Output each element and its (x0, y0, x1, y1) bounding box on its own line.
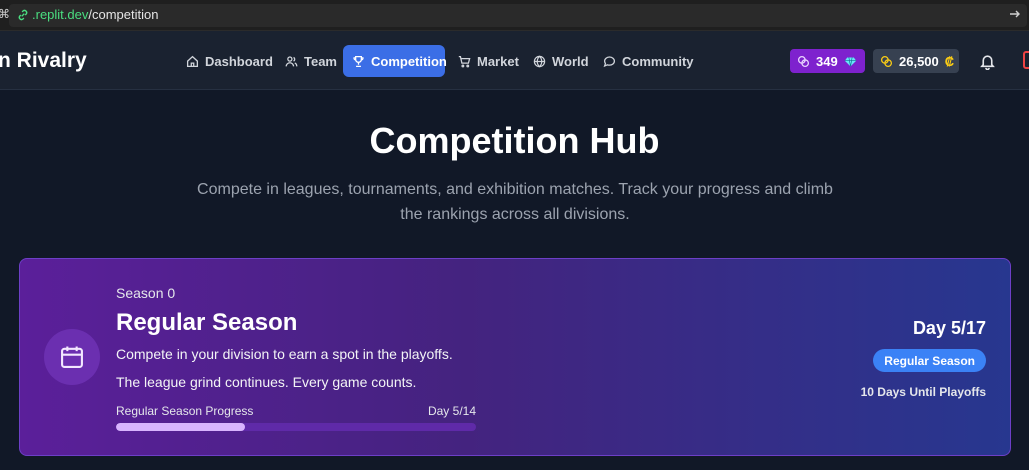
url-field[interactable] (9, 4, 1027, 27)
globe-icon (533, 55, 546, 67)
page-title: Competition Hub (369, 120, 660, 161)
chat-icon (603, 55, 616, 67)
nav-item-team[interactable]: Team (276, 45, 346, 77)
nav-item-label: Competition (371, 53, 447, 69)
url-text[interactable]: .replit.dev/competition (32, 7, 158, 23)
season-description: Compete in your division to earn a spot … (116, 346, 453, 362)
coins-icon (880, 55, 893, 67)
progress-day: Day 5/14 (427, 404, 476, 418)
brand-title[interactable]: n Rivalry (0, 49, 87, 73)
season-icon-badge (44, 329, 100, 385)
users-icon (285, 55, 298, 66)
tab-edge-icon: ⌘ (0, 7, 10, 21)
browser-address-bar: ⌘ .replit.dev/competition (0, 0, 1029, 31)
nav-item-label: Dashboard (205, 53, 273, 69)
season-title: Regular Season (116, 309, 298, 336)
nav-item-competition[interactable]: Competition (343, 45, 447, 77)
logout-button[interactable] (1023, 51, 1029, 69)
cart-icon (458, 55, 471, 67)
home-icon (186, 55, 199, 67)
nav-item-dashboard[interactable]: Dashboard (177, 45, 282, 77)
nav-item-label: Community (622, 53, 694, 69)
nav-item-label: World (552, 53, 589, 69)
arrow-right-icon[interactable] (1009, 8, 1021, 20)
season-progress-fill (116, 423, 245, 431)
nav-item-world[interactable]: World (524, 45, 598, 77)
trophy-icon (353, 55, 364, 67)
nav-item-label: Team (304, 53, 337, 69)
credits-symbol: ₡ (944, 53, 955, 69)
season-label: Season 0 (116, 285, 176, 301)
phase-badge: Regular Season (873, 349, 986, 372)
season-status-card: Season 0 Regular Season Compete in your … (19, 258, 1011, 456)
top-navbar: n Rivalry Dashboard Team Competition Mar… (0, 31, 1029, 90)
nav-item-label: Market (477, 53, 519, 69)
coins-icon (797, 55, 810, 67)
progress-label: Regular Season Progress (116, 404, 254, 418)
days-until-playoffs: 10 Days Until Playoffs (860, 385, 986, 399)
calendar-icon (61, 346, 83, 368)
gems-balance[interactable]: 349 (790, 49, 865, 73)
url-path: /competition (88, 7, 159, 22)
link-icon (18, 9, 28, 21)
credits-balance[interactable]: 26,500 ₡ (873, 49, 959, 73)
bell-icon[interactable] (979, 53, 996, 70)
gems-count: 349 (816, 53, 838, 69)
page-subtitle: Compete in leagues, tournaments, and exh… (197, 181, 833, 223)
season-progress-bar (116, 423, 476, 431)
season-tagline: The league grind continues. Every game c… (116, 374, 417, 390)
credits-count: 26,500 (899, 53, 939, 69)
current-day: Day 5/17 (912, 318, 986, 338)
gem-icon (844, 56, 856, 66)
nav-item-market[interactable]: Market (449, 45, 528, 77)
url-domain: .replit.dev (32, 7, 89, 22)
nav-item-community[interactable]: Community (594, 45, 703, 77)
